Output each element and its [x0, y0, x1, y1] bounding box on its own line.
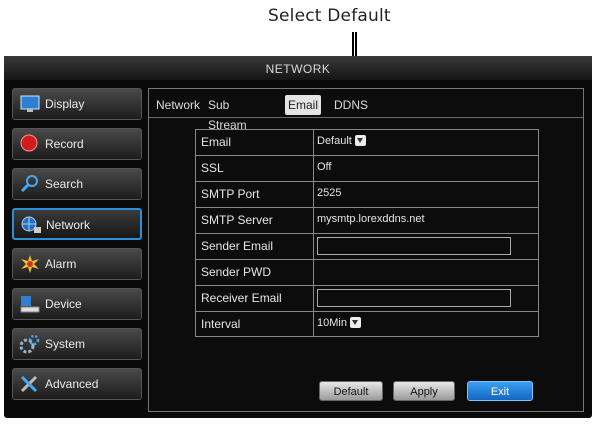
advanced-icon — [19, 374, 41, 394]
tab-sub-stream[interactable]: Sub Stream — [205, 95, 250, 132]
sidebar-item-label: Record — [45, 137, 84, 151]
sidebar-item-label: Search — [45, 177, 84, 191]
sidebar-item-system[interactable]: System — [12, 328, 142, 360]
sidebar-item-record[interactable]: Record — [12, 128, 142, 160]
column-divider — [313, 129, 314, 337]
record-icon — [19, 134, 41, 154]
sidebar-item-label: Advanced — [45, 377, 99, 391]
sidebar-item-device[interactable]: Device — [12, 288, 142, 320]
monitor-icon — [19, 94, 41, 114]
sidebar-item-label: Alarm — [45, 257, 77, 271]
tab-network[interactable]: Network — [153, 95, 203, 115]
sidebar-item-label: Network — [46, 218, 91, 232]
table-border — [195, 129, 539, 337]
device-icon — [19, 294, 41, 314]
sidebar-item-search[interactable]: Search — [12, 168, 142, 200]
exit-button[interactable]: Exit — [467, 381, 533, 401]
dvr-screen: NETWORK Display Record Search Network Al… — [4, 56, 592, 418]
sidebar-item-display[interactable]: Display — [12, 88, 142, 120]
callout-label: Select Default — [268, 6, 391, 26]
window-title: NETWORK — [4, 56, 592, 80]
sidebar-item-label: Device — [45, 297, 82, 311]
alarm-icon — [19, 254, 41, 274]
tab-email[interactable]: Email — [285, 95, 322, 115]
sidebar-item-alarm[interactable]: Alarm — [12, 248, 142, 280]
sidebar-item-network[interactable]: Network — [12, 208, 142, 240]
apply-button[interactable]: Apply — [393, 381, 455, 401]
network-icon — [20, 215, 42, 235]
search-icon — [19, 174, 41, 194]
settings-panel: Network Sub Stream Email DDNS Email Defa… — [148, 88, 584, 412]
sidebar-item-advanced[interactable]: Advanced — [12, 368, 142, 400]
tab-ddns[interactable]: DDNS — [331, 95, 371, 115]
sidebar-item-label: Display — [45, 97, 85, 111]
sidebar-item-label: System — [45, 337, 86, 351]
tab-divider — [149, 117, 583, 118]
system-icon — [19, 334, 41, 354]
default-button[interactable]: Default — [319, 381, 383, 401]
